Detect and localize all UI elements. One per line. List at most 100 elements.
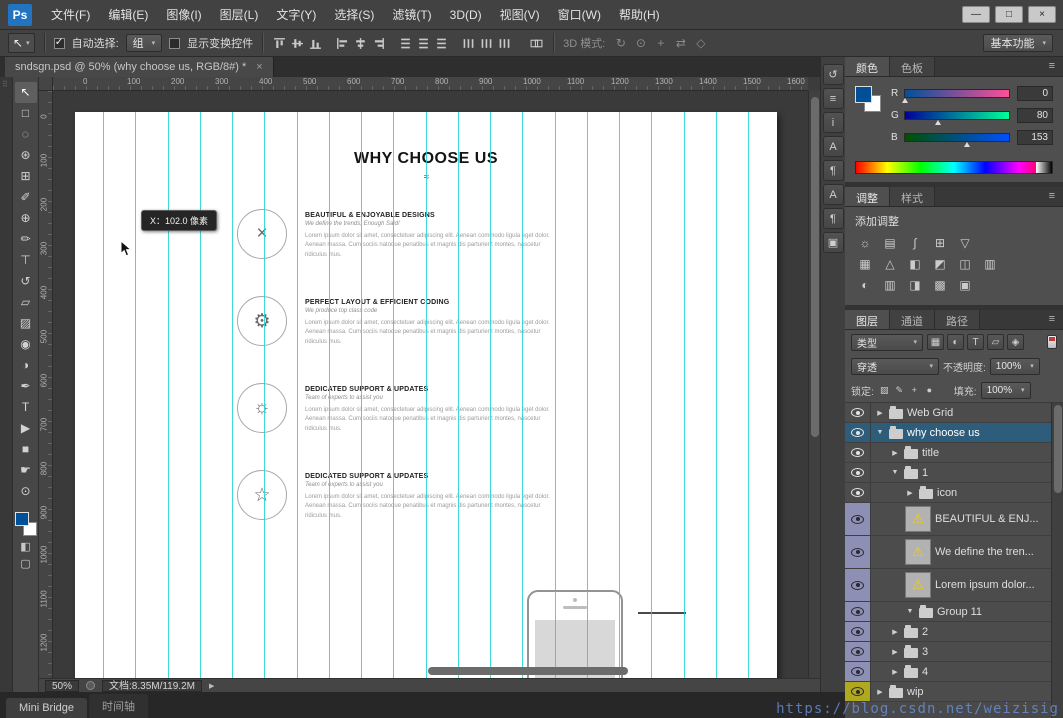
auto-select-checkbox[interactable]	[53, 35, 65, 49]
guide[interactable]	[458, 112, 459, 678]
distribute-vcenter-icon[interactable]	[416, 36, 431, 51]
properties-panel-icon[interactable]: ≡	[822, 88, 844, 109]
distribute-top-icon[interactable]	[398, 36, 413, 51]
brightness-contrast-icon[interactable]: ☼	[855, 234, 875, 252]
show-transform-checkbox[interactable]	[169, 37, 181, 49]
disclosure-right-icon[interactable]: ▶	[875, 688, 885, 696]
guide[interactable]	[232, 112, 233, 678]
ruler-top[interactable]: 0 100 200 300 400 500 600 700 800 900 1000 1100 1200…	[53, 77, 808, 91]
hand-tool[interactable]: ☛	[15, 460, 37, 481]
layer-row[interactable]: ▼ 1	[845, 463, 1063, 483]
photo-filter-icon[interactable]: ◩	[930, 255, 950, 273]
blur-tool[interactable]: ◉	[15, 334, 37, 355]
lock-all-icon[interactable]: ●	[923, 385, 936, 396]
layer-row[interactable]: ⚠ We define the tren...	[845, 536, 1063, 569]
screen-mode-icon[interactable]: ▢	[15, 557, 37, 570]
guide[interactable]	[716, 112, 717, 678]
history-panel-icon[interactable]: ↺	[822, 64, 844, 85]
healing-brush-tool[interactable]: ⊕	[15, 208, 37, 229]
adjustments-panel-menu-icon[interactable]: ≡	[1041, 187, 1063, 206]
color-panel-foreground-swatch[interactable]	[855, 86, 872, 103]
guide[interactable]	[684, 112, 685, 678]
layers-panel-menu-icon[interactable]: ≡	[1041, 310, 1063, 329]
filter-smart-object-icon[interactable]: ◈	[1007, 334, 1024, 350]
disclosure-down-icon[interactable]: ▼	[890, 469, 900, 476]
3d-rotate-icon[interactable]: ↻	[612, 36, 629, 50]
visibility-toggle[interactable]	[851, 580, 864, 590]
distribute-right-icon[interactable]	[497, 36, 512, 51]
paragraph-panel-icon[interactable]: ¶	[822, 160, 844, 181]
move-tool[interactable]: ↖	[14, 82, 37, 103]
bottom-tab-1[interactable]: 时间轴	[89, 694, 149, 718]
levels-icon[interactable]: ▤	[880, 234, 900, 252]
channel-mixer-icon[interactable]: ◫	[955, 255, 975, 273]
visibility-toggle[interactable]	[851, 607, 864, 616]
3d-roll-icon[interactable]: ⊙	[632, 36, 649, 50]
channel-value[interactable]: 80	[1017, 108, 1053, 123]
selective-color-icon[interactable]: ▣	[955, 276, 975, 294]
lock-position-icon[interactable]: +	[908, 385, 921, 396]
menu-item-1[interactable]: 编辑(E)	[99, 0, 157, 30]
guide[interactable]	[264, 112, 265, 678]
ruler-left[interactable]: 0 100 200 300 400 500 600 700 800 900 1000 1100 1200	[39, 91, 53, 678]
shape-tool[interactable]: ■	[15, 439, 37, 460]
vibrance-icon[interactable]: ▽	[955, 234, 975, 252]
align-left-icon[interactable]	[335, 36, 350, 51]
page[interactable]: WHY CHOOSE US ≈ ×BEAUTIFUL & ENJOYABLE D…	[75, 112, 777, 678]
disclosure-right-icon[interactable]: ▶	[875, 409, 885, 417]
menu-item-9[interactable]: 窗口(W)	[549, 0, 610, 30]
guide[interactable]	[522, 112, 523, 678]
guide[interactable]	[393, 112, 394, 678]
align-bottom-icon[interactable]	[308, 36, 323, 51]
disclosure-right-icon[interactable]: ▶	[890, 628, 900, 636]
menu-item-0[interactable]: 文件(F)	[42, 0, 99, 30]
disclosure-right-icon[interactable]: ▶	[890, 648, 900, 656]
zoom-level[interactable]: 50%	[45, 679, 80, 692]
color-balance-icon[interactable]: △	[880, 255, 900, 273]
guide[interactable]	[426, 112, 427, 678]
bottom-tab-0[interactable]: Mini Bridge	[6, 698, 88, 718]
layers-scrollbar-thumb[interactable]	[1054, 405, 1062, 493]
guide[interactable]	[748, 112, 749, 678]
layer-row[interactable]: ▶ 3	[845, 642, 1063, 662]
close-button[interactable]: ×	[1028, 6, 1056, 23]
guide[interactable]	[103, 112, 104, 678]
minimize-button[interactable]: —	[962, 6, 990, 23]
align-right-icon[interactable]	[371, 36, 386, 51]
dodge-tool[interactable]: ◑	[15, 355, 37, 376]
workspace-dropdown[interactable]: 基本功能 ▾	[983, 34, 1053, 52]
layer-row[interactable]: ▶ 2	[845, 622, 1063, 642]
color-spectrum-ramp[interactable]	[855, 161, 1053, 174]
3d-slide-icon[interactable]: ⇄	[672, 36, 689, 50]
eyedropper-tool[interactable]: ✐	[15, 187, 37, 208]
channel-slider-thumb[interactable]	[934, 120, 941, 125]
paragraph-styles-panel-icon[interactable]: ¶	[822, 208, 844, 229]
auto-select-dropdown[interactable]: 组 ▾	[125, 34, 163, 52]
text-layer-warning-thumbnail[interactable]: ⚠	[905, 539, 931, 565]
menu-item-6[interactable]: 滤镜(T)	[383, 0, 440, 30]
menu-item-3[interactable]: 图层(L)	[211, 0, 268, 30]
guide[interactable]	[135, 112, 136, 678]
guide[interactable]	[200, 112, 201, 678]
visibility-toggle[interactable]	[851, 488, 864, 497]
document-tab[interactable]: sndsgn.psd @ 50% (why choose us, RGB/8#)…	[5, 57, 274, 77]
guide[interactable]	[651, 112, 652, 678]
layer-filter-toggle[interactable]	[1047, 335, 1057, 349]
brush-tool[interactable]: ✏	[15, 229, 37, 250]
visibility-toggle[interactable]	[851, 408, 864, 417]
info-panel-icon[interactable]: i	[822, 112, 844, 133]
guide[interactable]	[619, 112, 620, 678]
layer-row[interactable]: ▶ Web Grid	[845, 403, 1063, 423]
layer-row[interactable]: ▼ Group 11	[845, 602, 1063, 622]
history-brush-tool[interactable]: ↺	[15, 271, 37, 292]
character-styles-panel-icon[interactable]: A	[822, 184, 844, 205]
character-panel-icon[interactable]: A	[822, 136, 844, 157]
vertical-scrollbar-thumb[interactable]	[811, 97, 819, 437]
menu-item-8[interactable]: 视图(V)	[491, 0, 549, 30]
curves-icon[interactable]: ∫	[905, 234, 925, 252]
layer-row[interactable]: ▼ why choose us	[845, 423, 1063, 443]
menu-item-10[interactable]: 帮助(H)	[610, 0, 669, 30]
disclosure-down-icon[interactable]: ▼	[905, 608, 915, 615]
lock-transparent-icon[interactable]: ▨	[878, 385, 891, 396]
visibility-toggle[interactable]	[851, 667, 864, 676]
